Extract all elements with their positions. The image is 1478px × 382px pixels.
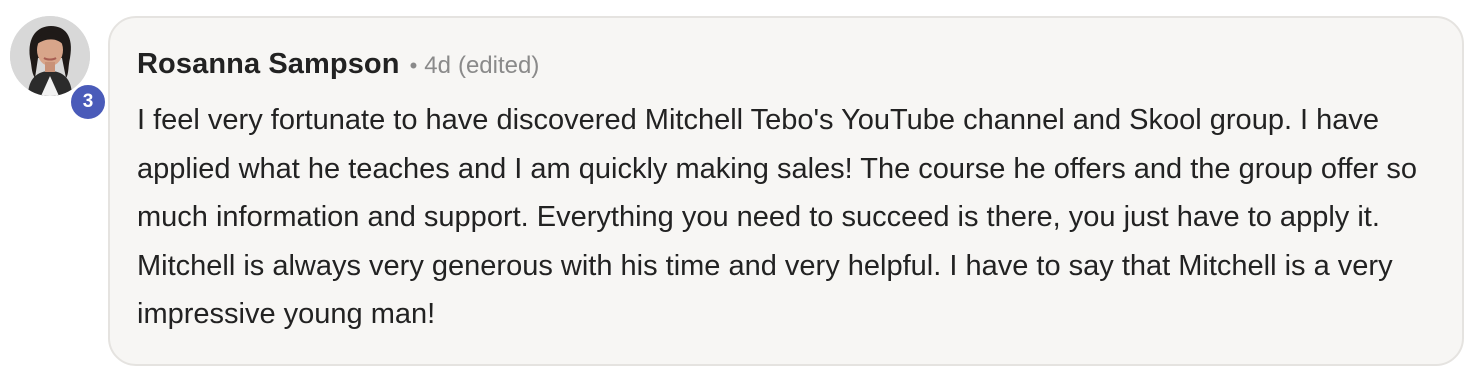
edited-label: (edited) (457, 52, 540, 79)
comment-bubble: Rosanna Sampson • 4d (edited) I feel ver… (108, 16, 1464, 366)
timestamp[interactable]: 4d (424, 52, 451, 80)
avatar-photo-icon (10, 16, 90, 96)
level-badge: 3 (69, 83, 107, 121)
comment-header: Rosanna Sampson • 4d (edited) (137, 48, 1434, 88)
avatar-container[interactable]: 3 (10, 16, 107, 121)
avatar[interactable] (10, 16, 90, 96)
author-name[interactable]: Rosanna Sampson (137, 48, 400, 81)
comment-text: I feel very fortunate to have discovered… (137, 104, 1418, 330)
meta-separator: • (409, 53, 418, 78)
comment-row: 3 Rosanna Sampson • 4d (edited) I feel v… (0, 0, 1478, 382)
